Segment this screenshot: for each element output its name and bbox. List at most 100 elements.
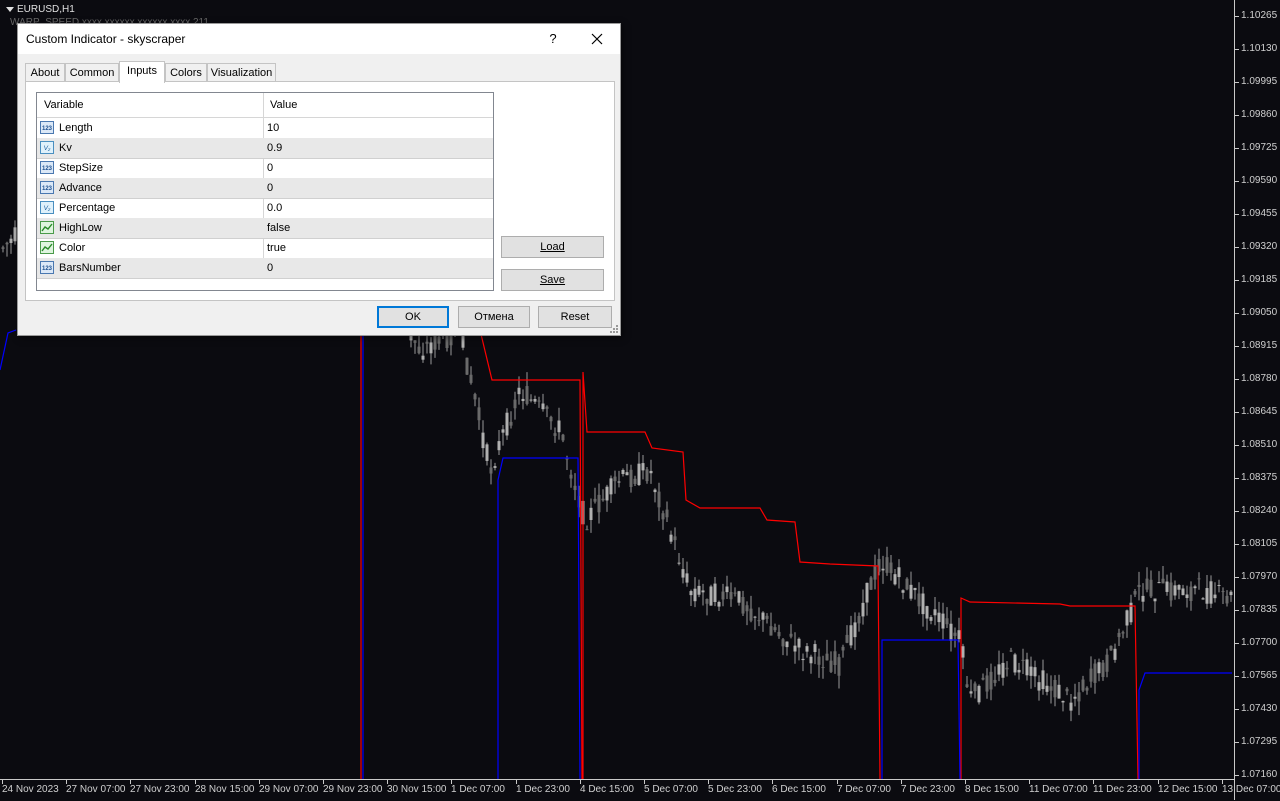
candle-body	[521, 398, 525, 402]
reset-button[interactable]: Reset	[538, 306, 612, 328]
input-row[interactable]: Color true	[37, 238, 493, 259]
tab-colors[interactable]: Colors	[165, 63, 207, 82]
candle-body	[785, 641, 789, 648]
candle-body	[533, 399, 537, 402]
time-tick-label: 6 Dec 15:00	[772, 784, 826, 795]
candle-body	[1041, 670, 1045, 690]
candle-body	[1001, 662, 1005, 678]
time-tick-label: 5 Dec 07:00	[644, 784, 698, 795]
candle-body	[1033, 667, 1037, 677]
candle-body	[1057, 684, 1061, 699]
price-tick-mark	[1235, 280, 1239, 281]
candle-body	[773, 627, 777, 631]
candle-body	[1025, 659, 1029, 676]
candle-body	[913, 587, 917, 591]
candle-body	[1125, 610, 1129, 626]
input-row[interactable]: HighLow false	[37, 218, 493, 239]
candle-body	[477, 407, 481, 421]
price-tick-label: 1.09455	[1241, 208, 1278, 219]
ok-button[interactable]: OK	[377, 306, 449, 328]
candle-body	[685, 573, 689, 583]
candle-body	[737, 591, 741, 603]
candle-body	[801, 658, 805, 661]
variable-value[interactable]: 0	[267, 182, 273, 194]
variable-value[interactable]: 10	[267, 122, 279, 134]
input-row[interactable]: 123 Length 10	[37, 118, 493, 139]
candle-body	[1089, 668, 1093, 682]
price-tick-mark	[1235, 676, 1239, 677]
variable-value[interactable]: 0	[267, 262, 273, 274]
candle-body	[717, 601, 721, 607]
dropdown-triangle-icon[interactable]	[6, 6, 14, 12]
variable-value[interactable]: 0.9	[267, 142, 282, 154]
candle-body	[921, 593, 925, 615]
double-type-icon: V₂	[40, 141, 54, 154]
input-row[interactable]: 123 StepSize 0	[37, 158, 493, 179]
candle-body	[565, 458, 569, 460]
candle-body	[673, 536, 677, 541]
tab-about[interactable]: About	[25, 63, 65, 82]
load-button[interactable]: Load	[501, 236, 604, 258]
candle-body	[1137, 584, 1141, 588]
candle-body	[493, 466, 497, 468]
input-row[interactable]: 123 Advance 0	[37, 178, 493, 199]
variable-value[interactable]: 0	[267, 162, 273, 174]
variable-value[interactable]: 0.0	[267, 202, 282, 214]
candle-body	[1157, 582, 1161, 584]
tab-inputs[interactable]: Inputs	[119, 61, 165, 83]
candle-body	[809, 656, 813, 664]
candle-body	[725, 586, 729, 593]
cancel-button[interactable]: Отмена	[458, 306, 530, 328]
candle-body	[413, 340, 417, 343]
candle-body	[941, 613, 945, 629]
price-tick-label: 1.10130	[1241, 43, 1278, 54]
candle-body	[993, 679, 997, 683]
help-button[interactable]: ?	[538, 29, 568, 49]
candle-body	[813, 644, 817, 652]
variable-value[interactable]: false	[267, 222, 290, 234]
candle-body	[965, 684, 969, 687]
input-row[interactable]: V₂ Kv 0.9	[37, 138, 493, 159]
candle-body	[709, 586, 713, 606]
time-axis[interactable]: 24 Nov 2023 27 Nov 07:00 27 Nov 23:00 28 No…	[0, 779, 1280, 801]
variable-name: Kv	[59, 142, 72, 154]
price-tick-mark	[1235, 115, 1239, 116]
price-tick-label: 1.08645	[1241, 406, 1278, 417]
candle-body	[933, 609, 937, 616]
lower-band-line	[1138, 672, 1232, 779]
dialog-titlebar[interactable]: Custom Indicator - skyscraper ?	[18, 24, 620, 54]
candle-body	[893, 574, 897, 585]
time-tick-label: 4 Dec 15:00	[580, 784, 634, 795]
input-row[interactable]: V₂ Percentage 0.0	[37, 198, 493, 219]
tab-common[interactable]: Common	[65, 63, 119, 82]
value-column-header[interactable]: Value	[270, 99, 297, 111]
candle-body	[605, 486, 609, 501]
variable-column-header[interactable]: Variable	[44, 99, 84, 111]
candle-body	[473, 394, 477, 400]
time-tick-label: 1 Dec 23:00	[516, 784, 570, 795]
resize-grip-icon[interactable]	[610, 325, 618, 333]
candle-body	[1161, 578, 1165, 584]
upper-band-line	[360, 329, 583, 779]
candle-body	[1173, 585, 1177, 596]
candle-body	[837, 657, 841, 676]
candle-body	[1, 247, 5, 249]
save-button[interactable]: Save	[501, 269, 604, 291]
candle-body	[9, 238, 13, 243]
price-axis[interactable]: 1.10265 1.10130 1.09995 1.09860 1.09725 1.095…	[1234, 0, 1280, 800]
candle-body	[1177, 585, 1181, 590]
candle-body	[765, 615, 769, 619]
svg-text:V₂: V₂	[44, 145, 51, 152]
candle-body	[621, 469, 625, 475]
candle-body	[625, 472, 629, 476]
candle-body	[1097, 662, 1101, 674]
tab-visualization[interactable]: Visualization	[207, 63, 276, 82]
variable-value[interactable]: true	[267, 242, 286, 254]
candle-body	[969, 691, 973, 694]
candle-body	[677, 562, 681, 564]
candle-body	[1213, 594, 1217, 599]
candle-body	[501, 429, 505, 433]
close-button[interactable]	[582, 27, 612, 51]
input-row[interactable]: 123 BarsNumber 0	[37, 258, 493, 279]
variable-name: BarsNumber	[59, 262, 121, 274]
